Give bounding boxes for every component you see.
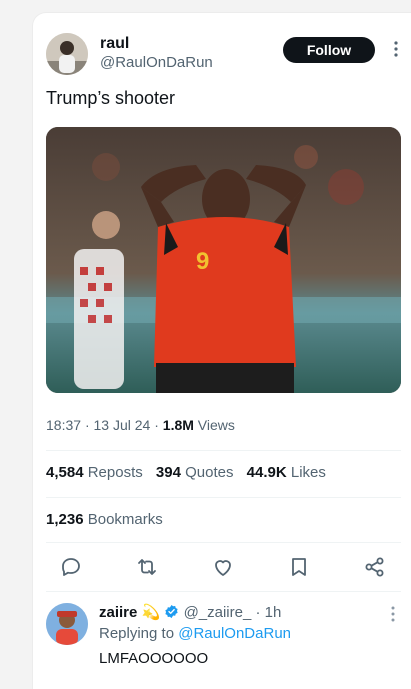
divider (46, 497, 401, 498)
soccer-photo-icon: 9 (46, 127, 401, 393)
like-icon[interactable] (211, 555, 235, 579)
dizzy-emoji-icon: 💫 (141, 604, 161, 621)
reply-author-name[interactable]: zaiire (99, 604, 137, 621)
bookmarks-label: Bookmarks (87, 511, 163, 528)
divider (46, 542, 401, 543)
reply-text: LMFAOOOOOO (99, 650, 209, 667)
likes-label: Likes (290, 464, 326, 481)
author-name[interactable]: raul (100, 35, 129, 53)
author-avatar[interactable] (46, 33, 88, 75)
separator: · (154, 417, 159, 433)
reply-avatar[interactable] (46, 603, 88, 645)
tweet-photo[interactable]: 9 (46, 127, 401, 393)
reposts-label: Reposts (87, 464, 143, 481)
tweet-time[interactable]: 18:37 (46, 417, 81, 433)
bookmark-icon[interactable] (287, 555, 311, 579)
reply-author-handle[interactable]: @_zaiire_ (184, 604, 252, 621)
tweet-text: Trump’s shooter (46, 88, 176, 108)
bookmarks-count: 1,236 (46, 511, 84, 528)
quotes-count: 394 (155, 464, 181, 481)
repost-icon[interactable] (135, 555, 159, 579)
tweet-date[interactable]: 13 Jul 24 (94, 417, 151, 433)
divider (46, 450, 401, 451)
views-label: Views (197, 417, 235, 433)
tweet-meta: 18:37 · 13 Jul 24 · 1.8M Views (46, 417, 235, 433)
reposts-stat[interactable]: 4,584 Reposts (46, 464, 143, 481)
engagement-stats: 4,584 Reposts 394 Quotes 44.9K Likes (46, 464, 335, 481)
replying-to-link[interactable]: @RaulOnDaRun (178, 625, 291, 642)
reply-icon[interactable] (59, 555, 83, 579)
share-icon[interactable] (363, 555, 387, 579)
reply-more-options-icon[interactable] (385, 604, 401, 624)
reposts-count: 4,584 (46, 464, 84, 481)
bookmarks-stat[interactable]: 1,236 Bookmarks (46, 511, 163, 528)
verified-badge-icon (164, 604, 179, 621)
divider (46, 591, 401, 592)
jersey-number: 9 (196, 248, 209, 275)
reply-time[interactable]: 1h (265, 604, 282, 621)
replying-to: Replying to @RaulOnDaRun (99, 625, 291, 642)
more-options-icon[interactable] (388, 39, 404, 59)
likes-stat[interactable]: 44.9K Likes (247, 464, 326, 481)
follow-button[interactable]: Follow (283, 37, 375, 63)
likes-count: 44.9K (246, 464, 287, 481)
replying-to-prefix: Replying to (99, 625, 175, 642)
reply-header: zaiire 💫 @_zaiire_ · 1h (99, 603, 281, 621)
separator: · (84, 417, 90, 433)
separator: · (255, 604, 261, 621)
tweet-card: raul @RaulOnDaRun Follow Trump’s shooter (32, 12, 411, 689)
quotes-stat[interactable]: 394 Quotes (156, 464, 234, 481)
quotes-label: Quotes (185, 464, 234, 481)
author-handle[interactable]: @RaulOnDaRun (100, 54, 213, 71)
views-count: 1.8M (162, 417, 194, 433)
